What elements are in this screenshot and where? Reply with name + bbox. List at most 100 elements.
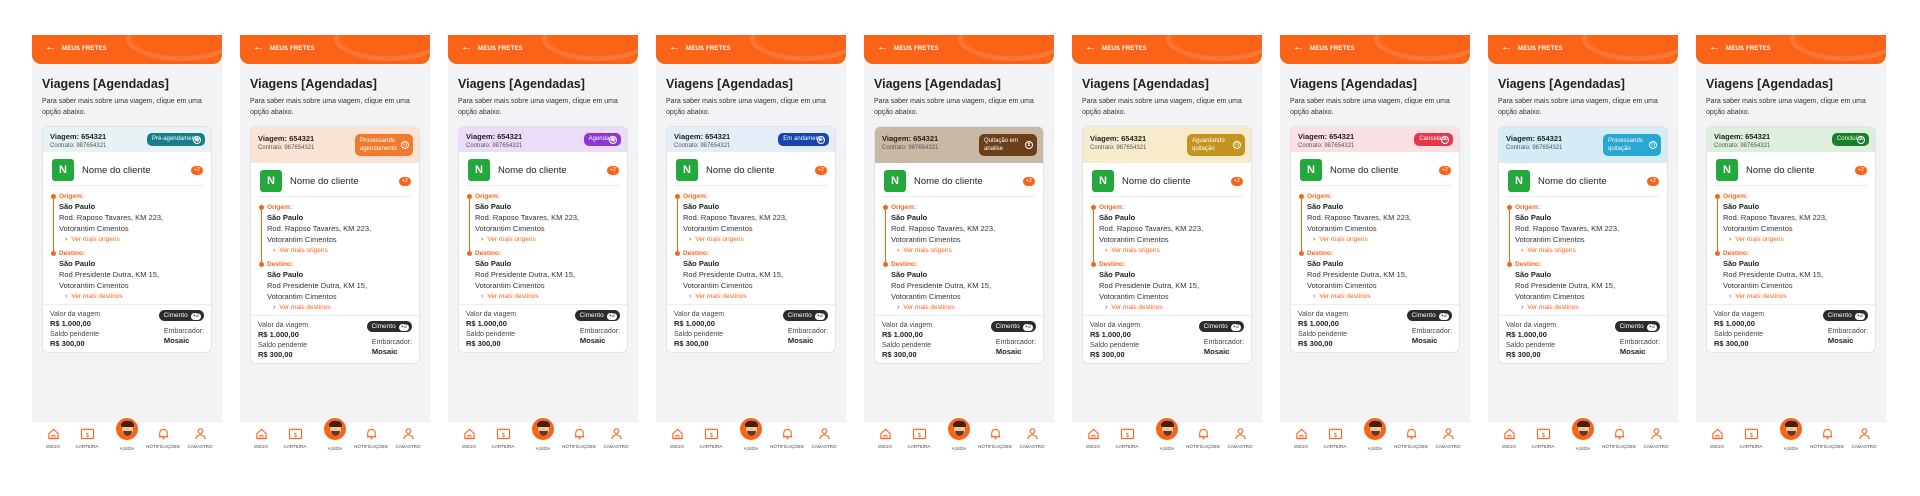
back-arrow-icon[interactable]: ← — [877, 41, 888, 53]
tab-notificacoes[interactable]: NOTIFICAÇÕES — [1394, 427, 1428, 449]
trip-label: Viagem: — [1714, 132, 1744, 141]
more-destinations-link[interactable]: › Ver mais destinos — [481, 293, 619, 300]
tab-notificacoes[interactable]: NOTIFICAÇÕES — [1810, 427, 1844, 449]
tab-cadastro[interactable]: CADASTRO — [1223, 427, 1257, 449]
more-destinations-link[interactable]: › Ver mais destinos — [273, 304, 411, 311]
help-avatar[interactable] — [1154, 416, 1180, 442]
home-icon — [36, 427, 70, 442]
trip-card[interactable]: Viagem: 654321 Contrato: 987654321 Quita… — [874, 126, 1044, 364]
more-destinations-link[interactable]: › Ver mais destinos — [65, 293, 203, 300]
header-title: MEUS FRETES — [1518, 46, 1563, 52]
more-destinations-link[interactable]: › Ver mais destinos — [1729, 293, 1867, 300]
tab-inicio[interactable]: INICIO — [244, 427, 278, 449]
tab-inicio[interactable]: INICIO — [1076, 427, 1110, 449]
client-name: Nome do cliente — [1746, 165, 1815, 176]
origin-label: Origem: — [1307, 193, 1332, 200]
help-avatar[interactable] — [322, 416, 348, 442]
help-avatar[interactable] — [530, 416, 556, 442]
tab-inicio[interactable]: INICIO — [452, 427, 486, 449]
trip-card[interactable]: Viagem: 654321 Contrato: 987654321 Agend… — [458, 126, 628, 353]
trip-card[interactable]: Viagem: 654321 Contrato: 987654321 Aguar… — [1082, 126, 1252, 364]
tab-notificacoes[interactable]: NOTIFICAÇÕES — [770, 427, 804, 449]
route-line — [469, 197, 470, 254]
tab-carteira[interactable]: $ CARTEIRA — [1526, 427, 1560, 449]
tab-carteira[interactable]: $ CARTEIRA — [1110, 427, 1144, 449]
tab-carteira[interactable]: $ CARTEIRA — [70, 427, 104, 449]
more-destinations-link[interactable]: › Ver mais destinos — [1313, 293, 1451, 300]
back-arrow-icon[interactable]: ← — [669, 41, 680, 53]
tab-inicio[interactable]: INICIO — [1700, 427, 1734, 449]
trip-card[interactable]: Viagem: 654321 Contrato: 987654321 Cance… — [1290, 126, 1460, 353]
back-arrow-icon[interactable]: ← — [1085, 41, 1096, 53]
tab-inicio[interactable]: INICIO — [1284, 427, 1318, 449]
destination-address: Rod Presidente Dutra, KM 15, Votorantim C… — [1515, 281, 1616, 301]
tab-inicio[interactable]: INICIO — [1492, 427, 1526, 449]
route-line — [885, 208, 886, 265]
tab-notificacoes[interactable]: NOTIFICAÇÕES — [354, 427, 388, 449]
tab-carteira[interactable]: $ CARTEIRA — [1734, 427, 1768, 449]
tab-notificacoes[interactable]: NOTIFICAÇÕES — [146, 427, 180, 449]
trip-card[interactable]: Viagem: 654321 Contrato: 987654321 Concl… — [1706, 126, 1876, 353]
tab-cadastro[interactable]: CADASTRO — [807, 427, 841, 449]
tab-notificacoes[interactable]: NOTIFICAÇÕES — [1602, 427, 1636, 449]
trip-card-header: Viagem: 654321 Contrato: 987654321 Aguar… — [1083, 127, 1251, 163]
tab-cadastro[interactable]: CADASTRO — [183, 427, 217, 449]
trip-card[interactable]: Viagem: 654321 Contrato: 987654321 Pré-a… — [42, 126, 212, 353]
tab-notificacoes[interactable]: NOTIFICAÇÕES — [978, 427, 1012, 449]
tab-carteira[interactable]: $ CARTEIRA — [1318, 427, 1352, 449]
chevron-right-icon: › — [1313, 236, 1316, 243]
more-origins-link[interactable]: › Ver mais origens — [1105, 247, 1243, 254]
destination-city: São Paulo — [1723, 259, 1760, 268]
tab-inicio[interactable]: INICIO — [868, 427, 902, 449]
help-avatar[interactable] — [114, 416, 140, 442]
client-row: N Nome do cliente +2 — [882, 167, 1036, 197]
tab-inicio[interactable]: INICIO — [660, 427, 694, 449]
destination-address: Rod Presidente Dutra, KM 15, Votorantim C… — [267, 281, 368, 301]
more-origins-link[interactable]: › Ver mais origens — [1729, 236, 1867, 243]
back-arrow-icon[interactable]: ← — [1709, 41, 1720, 53]
more-destinations-link[interactable]: › Ver mais destinos — [897, 304, 1035, 311]
back-arrow-icon[interactable]: ← — [1501, 41, 1512, 53]
trip-card[interactable]: Viagem: 654321 Contrato: 987654321 Em an… — [666, 126, 836, 353]
more-origins-link[interactable]: › Ver mais origens — [1313, 236, 1451, 243]
more-origins-link[interactable]: › Ver mais origens — [689, 236, 827, 243]
more-destinations-link[interactable]: › Ver mais destinos — [1521, 304, 1659, 311]
more-destinations-link[interactable]: › Ver mais destinos — [1105, 304, 1243, 311]
tab-cadastro[interactable]: CADASTRO — [391, 427, 425, 449]
destination-city: São Paulo — [1099, 270, 1136, 279]
back-arrow-icon[interactable]: ← — [45, 41, 56, 53]
tab-notificacoes[interactable]: NOTIFICAÇÕES — [562, 427, 596, 449]
tab-carteira[interactable]: $ CARTEIRA — [694, 427, 728, 449]
more-origins-link[interactable]: › Ver mais origens — [65, 236, 203, 243]
more-destinations-link[interactable]: › Ver mais destinos — [689, 293, 827, 300]
tab-cadastro[interactable]: CADASTRO — [1431, 427, 1465, 449]
tab-cadastro[interactable]: CADASTRO — [1639, 427, 1673, 449]
tab-inicio[interactable]: INICIO — [36, 427, 70, 449]
more-origins-link[interactable]: › Ver mais origens — [481, 236, 619, 243]
trip-card[interactable]: Viagem: 654321 Contrato: 987654321 Proce… — [1498, 126, 1668, 364]
help-avatar[interactable] — [1778, 416, 1804, 442]
back-arrow-icon[interactable]: ← — [461, 41, 472, 53]
tab-carteira[interactable]: $ CARTEIRA — [278, 427, 312, 449]
help-avatar[interactable] — [946, 416, 972, 442]
tab-cadastro[interactable]: CADASTRO — [1847, 427, 1881, 449]
help-avatar[interactable] — [1570, 416, 1596, 442]
tab-cadastro[interactable]: CADASTRO — [599, 427, 633, 449]
more-origins-link[interactable]: › Ver mais origens — [897, 247, 1035, 254]
help-avatar[interactable] — [1362, 416, 1388, 442]
more-origins-link[interactable]: › Ver mais origens — [1521, 247, 1659, 254]
check-icon: ✓ — [1857, 135, 1865, 144]
page-subtitle: Para saber mais sobre uma viagem, clique… — [1290, 98, 1450, 116]
tab-notificacoes[interactable]: NOTIFICAÇÕES — [1186, 427, 1220, 449]
tab-cadastro[interactable]: CADASTRO — [1015, 427, 1049, 449]
help-avatar[interactable] — [738, 416, 764, 442]
back-arrow-icon[interactable]: ← — [253, 41, 264, 53]
more-origins-link[interactable]: › Ver mais origens — [273, 247, 411, 254]
client-row: N Nome do cliente +2 — [1090, 167, 1244, 197]
back-arrow-icon[interactable]: ← — [1293, 41, 1304, 53]
route-line — [1093, 208, 1094, 265]
trip-card[interactable]: Viagem: 654321 Contrato: 987654321 Proce… — [250, 126, 420, 364]
shipper-value: Mosaic — [787, 336, 814, 345]
tab-carteira[interactable]: $ CARTEIRA — [486, 427, 520, 449]
tab-carteira[interactable]: $ CARTEIRA — [902, 427, 936, 449]
